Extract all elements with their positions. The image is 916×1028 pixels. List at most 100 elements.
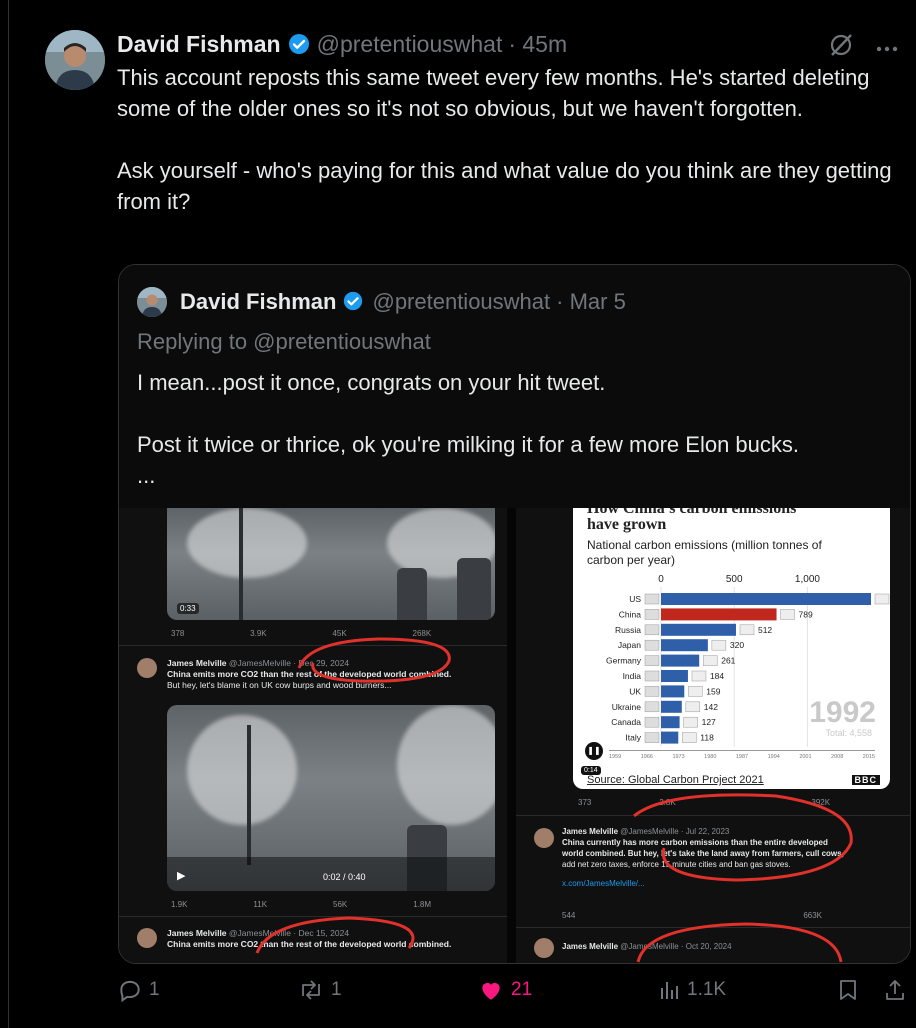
stat-reposts: 3.9K	[250, 629, 267, 638]
stat-replies: 544	[562, 911, 576, 920]
flag-icon	[644, 624, 660, 636]
category-label: China	[619, 609, 641, 619]
bookmark-icon	[840, 980, 856, 1000]
bar-value-label: 320	[730, 640, 744, 650]
post-avatar	[137, 928, 157, 948]
share-icon	[886, 980, 904, 1000]
red-annotation-circle	[297, 637, 451, 683]
share-button[interactable]	[883, 977, 907, 1003]
category-label: US	[629, 594, 641, 604]
flag-icon	[874, 593, 890, 605]
emissions-chart-card: How China's carbon emissions have grown …	[573, 508, 890, 789]
bar	[661, 716, 680, 729]
reply-icon	[120, 980, 140, 1003]
category-label: Ukraine	[612, 702, 642, 712]
bar	[661, 639, 708, 652]
views-count: 1.1K	[687, 979, 727, 1000]
category-label: Japan	[618, 640, 641, 650]
flag-icon	[644, 716, 660, 728]
pause-icon: ❚❚	[585, 742, 603, 760]
author-avatar[interactable]	[45, 30, 105, 90]
timeline-year: 1959	[609, 754, 622, 760]
bar-value-label: 512	[758, 625, 772, 635]
category-label: UK	[629, 686, 641, 696]
bar-value-label: 261	[721, 656, 735, 666]
flag-icon	[644, 655, 660, 666]
stats-row-2: 1.9K 11K 56K 1.8M	[171, 900, 497, 909]
more-options-icon[interactable]	[876, 39, 898, 57]
bar	[661, 654, 700, 667]
category-label: Italy	[625, 733, 641, 743]
quoted-media-image[interactable]: 0:33 378 3.9K 45K 268K James Melville @J…	[119, 508, 910, 963]
flag-icon	[739, 624, 755, 636]
reply-button[interactable]: 1	[117, 977, 160, 1003]
like-button[interactable]: 21	[477, 977, 532, 1003]
bar	[661, 623, 736, 636]
bar	[661, 670, 688, 682]
tweet-time[interactable]: · 45m	[508, 31, 567, 58]
like-count: 21	[511, 979, 533, 1000]
stat-replies: 1.9K	[171, 900, 188, 909]
red-annotation-circle	[633, 793, 853, 882]
tweet-top-actions	[828, 32, 898, 63]
flag-icon	[644, 686, 660, 697]
author-name[interactable]: David Fishman	[117, 31, 281, 58]
verified-badge-icon	[287, 32, 311, 56]
category-label: Germany	[606, 656, 642, 666]
year-label: 1992	[809, 696, 876, 729]
flag-icon	[683, 716, 698, 728]
stat-reposts: 11K	[253, 900, 268, 909]
flag-icon	[644, 732, 660, 743]
post-avatar	[534, 828, 554, 848]
grok-icon[interactable]	[828, 32, 854, 63]
repost-button[interactable]: 1	[297, 977, 342, 1003]
flag-icon	[702, 655, 718, 666]
repost-count: 1	[331, 979, 342, 1000]
quoted-time: · Mar 5	[556, 289, 626, 314]
timeline-year: 1973	[672, 754, 685, 760]
tweet-action-bar: 1 1 21 1.1K	[117, 972, 907, 1008]
stat-likes: 56K	[333, 900, 348, 909]
views-icon	[661, 982, 678, 999]
flag-icon	[711, 639, 727, 651]
red-annotation-circle	[636, 922, 843, 963]
chart-subtitle: carbon per year)	[587, 553, 676, 567]
red-annotation-circle	[255, 916, 415, 954]
post-author: James Melville	[562, 942, 619, 951]
quoted-author-handle: @pretentiouswhat	[372, 289, 551, 314]
repost-icon	[302, 980, 320, 1000]
total-label: Total: 4,558	[825, 728, 872, 738]
bar	[661, 608, 777, 621]
views-button[interactable]: 1.1K	[657, 978, 726, 1002]
quoted-author-avatar	[137, 287, 167, 317]
x-tick-label: 500	[726, 574, 743, 585]
stat-views: 1.8M	[413, 900, 431, 909]
play-icon: ▶	[177, 870, 186, 882]
post-author: James Melville	[562, 827, 619, 836]
tweet-header: David Fishman @pretentiouswhat · 45m	[117, 30, 567, 58]
bar	[661, 685, 685, 698]
post-author: James Melville	[167, 928, 227, 938]
chart-title: have grown	[587, 516, 667, 533]
video-thumbnail-1: 0:33	[167, 508, 495, 620]
timeline-year: 2015	[862, 754, 875, 760]
stat-replies: 378	[171, 629, 185, 638]
flag-icon	[644, 701, 660, 713]
post-author: James Melville	[167, 658, 227, 668]
video-thumbnail-2: ▶ 0:02 / 0:40	[167, 705, 495, 891]
reply-count: 1	[149, 979, 160, 1000]
flag-icon	[688, 686, 703, 697]
quoted-tweet[interactable]: David Fishman @pretentiouswhat · Mar 5 R…	[118, 264, 911, 964]
flag-icon	[685, 701, 701, 713]
bbc-logo: BBC	[851, 775, 880, 785]
quoted-header: David Fishman @pretentiouswhat · Mar 5	[180, 289, 626, 315]
author-handle[interactable]: @pretentiouswhat	[317, 31, 503, 58]
flag-icon	[682, 732, 697, 743]
timeline-year: 2008	[831, 754, 844, 760]
x-tick-label: 1,000	[795, 574, 820, 585]
stat-replies: 373	[578, 798, 592, 807]
post-avatar	[534, 938, 554, 958]
bookmark-button[interactable]	[837, 977, 859, 1003]
chart-subtitle: National carbon emissions (million tonne…	[587, 538, 822, 552]
quoted-author-name: David Fishman	[180, 289, 337, 314]
